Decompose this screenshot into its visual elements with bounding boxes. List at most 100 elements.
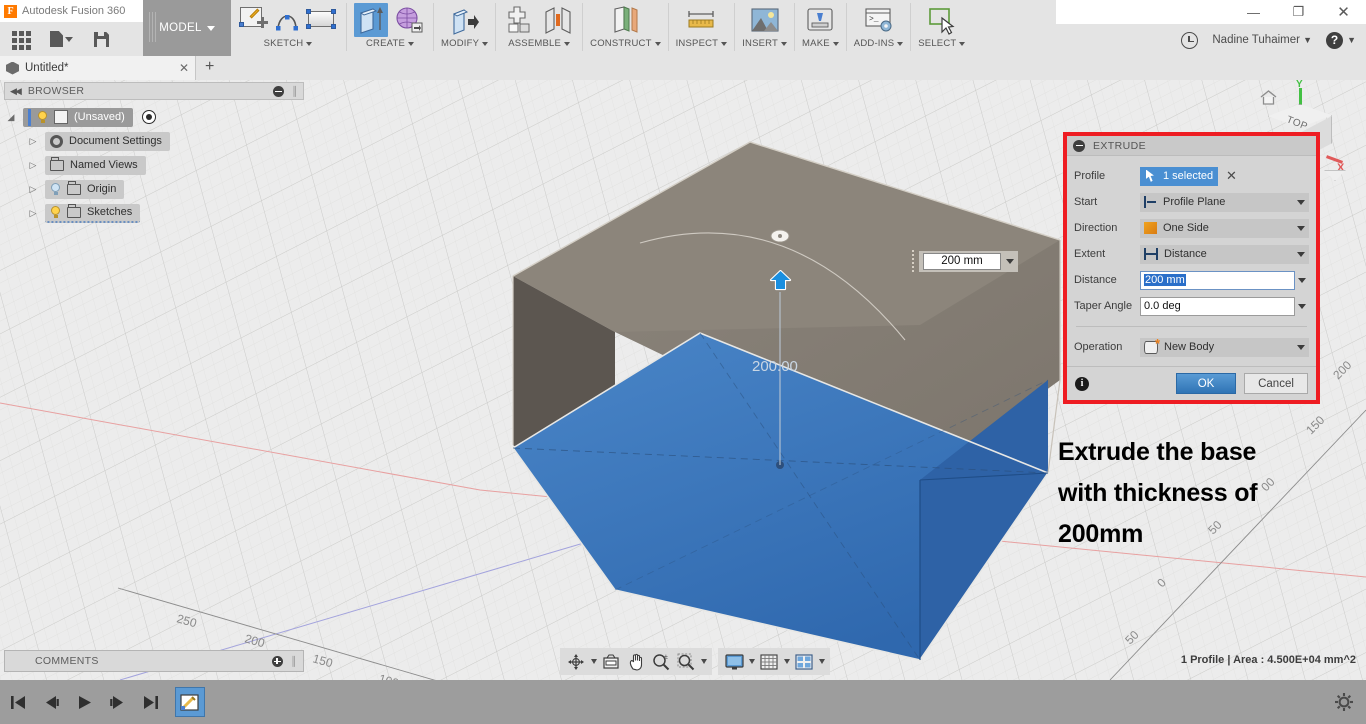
go-to-beginning-icon[interactable]: [10, 694, 27, 711]
insert-image-icon[interactable]: [748, 3, 782, 37]
ribbon-group-label[interactable]: INSPECT: [676, 38, 728, 49]
grid-dropdown-icon[interactable]: [784, 659, 790, 664]
show-data-panel-button[interactable]: [10, 28, 32, 50]
file-menu-button[interactable]: [50, 28, 76, 50]
operation-dropdown[interactable]: New Body: [1140, 336, 1309, 357]
close-icon[interactable]: ✕: [179, 61, 189, 75]
add-comment-icon[interactable]: [271, 655, 283, 667]
distance-input[interactable]: 200 mm: [1140, 270, 1295, 290]
distance-dropdown-icon[interactable]: [1295, 271, 1309, 290]
user-menu[interactable]: Nadine Tuhaimer ▼: [1212, 34, 1312, 46]
create-sketch-icon[interactable]: [237, 3, 271, 37]
3d-print-icon[interactable]: [803, 3, 837, 37]
step-back-icon[interactable]: [43, 694, 60, 711]
close-button[interactable]: ✕: [1321, 0, 1366, 24]
expand-arrow-icon[interactable]: ◢: [4, 112, 18, 123]
zoom-window-icon[interactable]: [675, 651, 697, 673]
light-bulb-icon[interactable]: [50, 205, 61, 219]
maximize-button[interactable]: ❐: [1276, 0, 1321, 24]
home-view-icon[interactable]: [1260, 90, 1277, 105]
new-component-icon[interactable]: [503, 3, 537, 37]
expand-arrow-icon[interactable]: ▷: [26, 184, 40, 195]
profile-selection-button[interactable]: 1 selected: [1140, 166, 1218, 186]
browser-item-document-settings[interactable]: ▷ Document Settings: [4, 129, 304, 153]
measure-icon[interactable]: [684, 3, 718, 37]
ribbon-group-label[interactable]: ADD-INS: [854, 38, 904, 49]
timeline-settings-icon[interactable]: [1334, 692, 1354, 712]
offset-plane-icon[interactable]: [608, 3, 642, 37]
browser-item-named-views[interactable]: ▷ Named Views: [4, 153, 304, 177]
expand-arrow-icon[interactable]: ▷: [26, 136, 40, 147]
job-status-icon[interactable]: [1181, 31, 1199, 49]
viewports-icon[interactable]: [793, 651, 815, 673]
svg-text:>_: >_: [869, 15, 879, 24]
help-chevron-icon[interactable]: ▼: [1347, 35, 1356, 45]
ribbon-group-label[interactable]: SELECT: [918, 38, 966, 49]
press-pull-icon[interactable]: [448, 3, 482, 37]
look-at-icon[interactable]: [600, 651, 622, 673]
scripts-addins-icon[interactable]: >_: [862, 3, 896, 37]
extent-dropdown[interactable]: Distance: [1140, 244, 1309, 264]
timeline-feature-sketch[interactable]: [175, 687, 205, 717]
extrude-icon[interactable]: [354, 3, 388, 37]
start-dropdown[interactable]: Profile Plane: [1140, 192, 1309, 212]
ribbon-group-label[interactable]: MODIFY: [441, 38, 489, 49]
zoom-dropdown-icon[interactable]: [701, 659, 707, 664]
ribbon-group-label[interactable]: MAKE: [802, 38, 839, 49]
collapse-icon[interactable]: ◀◀: [10, 86, 22, 97]
document-tab[interactable]: Untitled* ✕: [0, 56, 196, 80]
spline-icon[interactable]: [275, 3, 301, 37]
save-button[interactable]: [94, 28, 116, 50]
light-bulb-icon[interactable]: [37, 110, 48, 124]
grid-snap-icon[interactable]: [758, 651, 780, 673]
browser-item-sketches[interactable]: ▷ Sketches: [4, 201, 304, 225]
view-cube-context-menu-icon[interactable]: [1324, 170, 1346, 181]
light-bulb-icon[interactable]: [50, 182, 61, 196]
canvas-distance-input[interactable]: 200 mm: [923, 252, 1001, 270]
orbit-dropdown-icon[interactable]: [591, 659, 597, 664]
create-form-icon[interactable]: [392, 3, 426, 37]
orbit-icon[interactable]: [565, 651, 587, 673]
user-name-label: Nadine Tuhaimer: [1212, 34, 1300, 46]
ribbon-group-label[interactable]: ASSEMBLE: [508, 38, 571, 49]
minimize-button[interactable]: —: [1231, 0, 1276, 24]
comments-panel[interactable]: COMMENTS ║: [4, 650, 304, 672]
select-icon[interactable]: [925, 3, 959, 37]
collapse-dialog-icon[interactable]: [1073, 139, 1085, 152]
display-dropdown-icon[interactable]: [749, 659, 755, 664]
direction-dropdown[interactable]: One Side: [1140, 218, 1309, 238]
ribbon-group-label[interactable]: CREATE: [366, 38, 415, 49]
clear-selection-icon[interactable]: ✕: [1226, 168, 1237, 184]
taper-angle-dropdown-icon[interactable]: [1295, 297, 1309, 316]
browser-item-unsaved[interactable]: ◢ (Unsaved): [4, 105, 304, 129]
help-icon[interactable]: ?: [1326, 31, 1344, 49]
new-tab-button[interactable]: +: [205, 59, 214, 75]
joint-icon[interactable]: [541, 3, 575, 37]
viewports-dropdown-icon[interactable]: [819, 659, 825, 664]
one-side-icon: [1144, 222, 1157, 234]
minimize-browser-icon[interactable]: [272, 85, 284, 97]
ribbon-group-label[interactable]: INSERT: [742, 38, 788, 49]
play-icon[interactable]: [76, 694, 93, 711]
rectangle-icon[interactable]: [305, 3, 339, 37]
show-hide-icon[interactable]: [141, 110, 156, 124]
canvas-distance-dropdown-icon[interactable]: [1006, 258, 1014, 264]
display-settings-icon[interactable]: [723, 651, 745, 673]
expand-arrow-icon[interactable]: ▷: [26, 208, 40, 219]
ok-button[interactable]: OK: [1176, 373, 1236, 394]
step-forward-icon[interactable]: [109, 694, 126, 711]
expand-arrow-icon[interactable]: ▷: [26, 160, 40, 171]
info-icon[interactable]: i: [1075, 376, 1089, 391]
pan-icon[interactable]: [625, 651, 647, 673]
taper-angle-input[interactable]: 0.0 deg: [1140, 296, 1295, 316]
workspace-switcher[interactable]: MODEL: [143, 0, 231, 56]
cancel-button[interactable]: Cancel: [1244, 373, 1308, 394]
extrude-manipulator-arrow[interactable]: [768, 269, 793, 292]
zoom-icon[interactable]: ±: [650, 651, 672, 673]
row-label: Operation: [1074, 341, 1123, 353]
browser-item-origin[interactable]: ▷ Origin: [4, 177, 304, 201]
canvas-distance-field[interactable]: 200 mm: [912, 250, 1018, 272]
ribbon-group-label[interactable]: SKETCH: [264, 38, 313, 49]
go-to-end-icon[interactable]: [142, 694, 159, 711]
ribbon-group-label[interactable]: CONSTRUCT: [590, 38, 661, 49]
